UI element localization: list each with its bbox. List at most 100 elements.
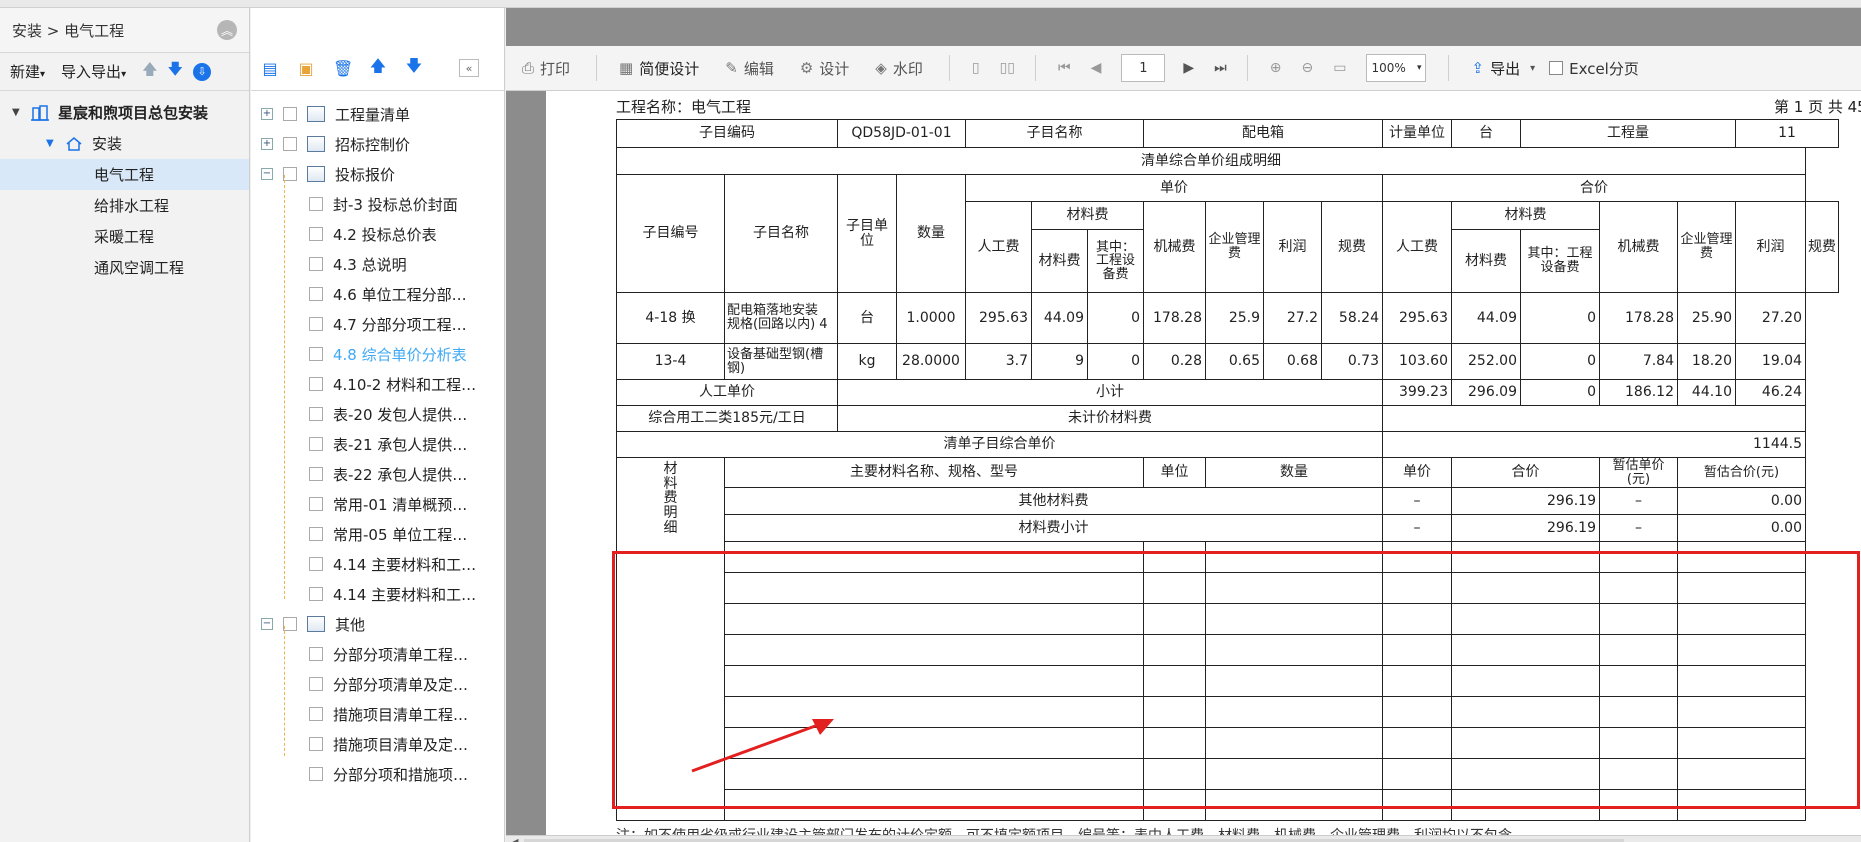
checkbox[interactable] xyxy=(309,677,323,691)
collapse-minus-icon[interactable]: − xyxy=(261,618,273,630)
report-item-label: 4.6 单位工程分部… xyxy=(333,285,467,304)
checkbox[interactable] xyxy=(309,527,323,541)
expand-plus-icon[interactable]: + xyxy=(261,138,273,150)
report-item[interactable]: 表-22 承包人提供… xyxy=(251,459,504,489)
report-item[interactable]: 表-20 发包人提供… xyxy=(251,399,504,429)
collapse-left-icon[interactable]: « xyxy=(459,59,479,77)
report-item[interactable]: 措施项目清单及定… xyxy=(251,729,504,759)
checkbox[interactable] xyxy=(309,347,323,361)
expand-plus-icon[interactable]: + xyxy=(261,108,273,120)
checkbox[interactable] xyxy=(309,287,323,301)
checkbox[interactable] xyxy=(309,227,323,241)
report-item[interactable]: 4.3 总说明 xyxy=(251,249,504,279)
checkbox[interactable] xyxy=(309,377,323,391)
zoom-in-icon[interactable]: ⊕ xyxy=(1270,60,1282,76)
excel-paging-checkbox[interactable] xyxy=(1549,61,1564,75)
col-labor-total: 人工费 xyxy=(1382,201,1452,293)
checkbox[interactable] xyxy=(283,167,297,181)
checkbox[interactable] xyxy=(309,497,323,511)
simple-design-button[interactable]: ▦ 简便设计 xyxy=(619,58,699,79)
tree-group-install[interactable]: ▼ 安装 xyxy=(0,128,249,159)
first-page-icon[interactable]: ⏮ xyxy=(1058,60,1071,76)
report-item[interactable]: 分部分项清单及定… xyxy=(251,669,504,699)
export-button[interactable]: ⇪ 导出 xyxy=(1471,58,1520,79)
prev-page-icon[interactable]: ◀ xyxy=(1091,60,1102,76)
tree-item-heating[interactable]: 采暖工程 xyxy=(0,221,249,252)
fit-width-icon[interactable]: ▭ xyxy=(1333,60,1346,76)
checkbox[interactable] xyxy=(309,197,323,211)
report-item[interactable]: 4.14 主要材料和工… xyxy=(251,579,504,609)
move-down-icon[interactable]: 🡇 xyxy=(405,55,423,82)
checkbox[interactable] xyxy=(309,647,323,661)
delete-icon[interactable]: 🗑 xyxy=(333,59,353,78)
print-label: 打印 xyxy=(540,59,571,78)
report-item[interactable]: 4.14 主要材料和工… xyxy=(251,549,504,579)
report-group-other[interactable]: − 其他 xyxy=(251,609,504,639)
checkbox[interactable] xyxy=(309,317,323,331)
report-item[interactable]: 表-21 承包人提供… xyxy=(251,429,504,459)
page-number-input[interactable]: 1 xyxy=(1121,54,1166,82)
checkbox[interactable] xyxy=(309,767,323,781)
report-item[interactable]: 封-3 投标总价封面 xyxy=(251,189,504,219)
collapse-minus-icon[interactable]: − xyxy=(261,168,273,180)
checkbox[interactable] xyxy=(309,737,323,751)
checkbox[interactable] xyxy=(309,587,323,601)
cell-value: 0.65 xyxy=(1205,343,1264,380)
checkbox[interactable] xyxy=(309,257,323,271)
checkbox[interactable] xyxy=(309,407,323,421)
report-group-bid-quote[interactable]: − 投标报价 xyxy=(251,159,504,189)
checkbox[interactable] xyxy=(283,617,297,631)
move-down-icon[interactable]: 🡇 xyxy=(168,59,183,84)
report-item[interactable]: 4.10-2 材料和工程… xyxy=(251,369,504,399)
report-item[interactable]: 4.6 单位工程分部… xyxy=(251,279,504,309)
checkbox[interactable] xyxy=(309,707,323,721)
zoom-select[interactable]: 100% ▾ xyxy=(1366,54,1427,82)
last-page-icon[interactable]: ⏭ xyxy=(1214,60,1227,76)
import-export-button[interactable]: 导入导出▾ xyxy=(61,61,126,82)
report-item[interactable]: 分部分项清单工程… xyxy=(251,639,504,669)
tree-item-electrical[interactable]: 电气工程 xyxy=(0,159,249,190)
checkbox[interactable] xyxy=(309,557,323,571)
add-report-icon[interactable]: ▤ xyxy=(261,59,279,78)
collapse-panel-icon[interactable]: ︽ xyxy=(217,20,237,40)
report-item[interactable]: 常用-01 清单概预… xyxy=(251,489,504,519)
row-qty: 1.0000 xyxy=(896,292,966,344)
move-up-icon[interactable]: 🡅 xyxy=(142,59,157,84)
scroll-left-icon[interactable]: ◀ xyxy=(510,836,518,842)
double-page-icon[interactable]: ▯▯ xyxy=(1000,60,1015,76)
report-item-active[interactable]: 4.8 综合单价分析表 xyxy=(251,339,504,369)
tree-item-plumbing[interactable]: 给排水工程 xyxy=(0,190,249,221)
expand-triangle-icon[interactable]: ▼ xyxy=(46,138,56,149)
print-button[interactable]: ⎙ 打印 xyxy=(522,58,570,79)
report-group-control-price[interactable]: + 招标控制价 xyxy=(251,129,504,159)
checkbox[interactable] xyxy=(283,137,297,151)
chevron-down-icon[interactable]: ▾ xyxy=(1530,63,1535,74)
report-item[interactable]: 4.2 投标总价表 xyxy=(251,219,504,249)
report-item[interactable]: 4.7 分部分项工程… xyxy=(251,309,504,339)
next-page-icon[interactable]: ▶ xyxy=(1183,60,1194,76)
checkbox[interactable] xyxy=(309,467,323,481)
zoom-out-icon[interactable]: ⊖ xyxy=(1302,60,1314,76)
cell-value: 252.00 xyxy=(1451,343,1521,380)
table-row: 13-4 设备基础型钢(槽钢) kg 28.0000 3.7 9 0 0.28 … xyxy=(616,343,1839,380)
download-circle-icon[interactable]: ⇩ xyxy=(192,62,211,81)
checkbox[interactable] xyxy=(283,107,297,121)
add-folder-icon[interactable]: ▣ xyxy=(297,59,315,78)
watermark-button[interactable]: ◈ 水印 xyxy=(875,58,923,79)
tree-root-project[interactable]: ▼ 星宸和煦项目总包安装 xyxy=(0,97,249,128)
report-item[interactable]: 措施项目清单工程… xyxy=(251,699,504,729)
report-group-bill[interactable]: + 工程量清单 xyxy=(251,99,504,129)
report-item[interactable]: 分部分项和措施项… xyxy=(251,759,504,789)
checkbox[interactable] xyxy=(309,437,323,451)
tree-item-hvac[interactable]: 通风空调工程 xyxy=(0,252,249,283)
edit-button[interactable]: ✎ 编辑 xyxy=(725,58,774,79)
new-button[interactable]: 新建▾ xyxy=(10,61,45,82)
expand-triangle-icon[interactable]: ▼ xyxy=(12,107,22,118)
design-button[interactable]: ⚙ 设计 xyxy=(800,58,849,79)
table-footnote: 注：如不使用省级或行业建设主管部门发布的计价定额，可不填定额项目、编号等；表中人… xyxy=(616,825,1526,835)
single-page-icon[interactable]: ▯ xyxy=(972,60,980,76)
report-item[interactable]: 常用-05 单位工程… xyxy=(251,519,504,549)
report-item-label: 表-21 承包人提供… xyxy=(333,435,468,454)
move-up-icon[interactable]: 🡅 xyxy=(369,55,387,82)
horizontal-scrollbar[interactable]: ◀ xyxy=(506,835,1861,842)
